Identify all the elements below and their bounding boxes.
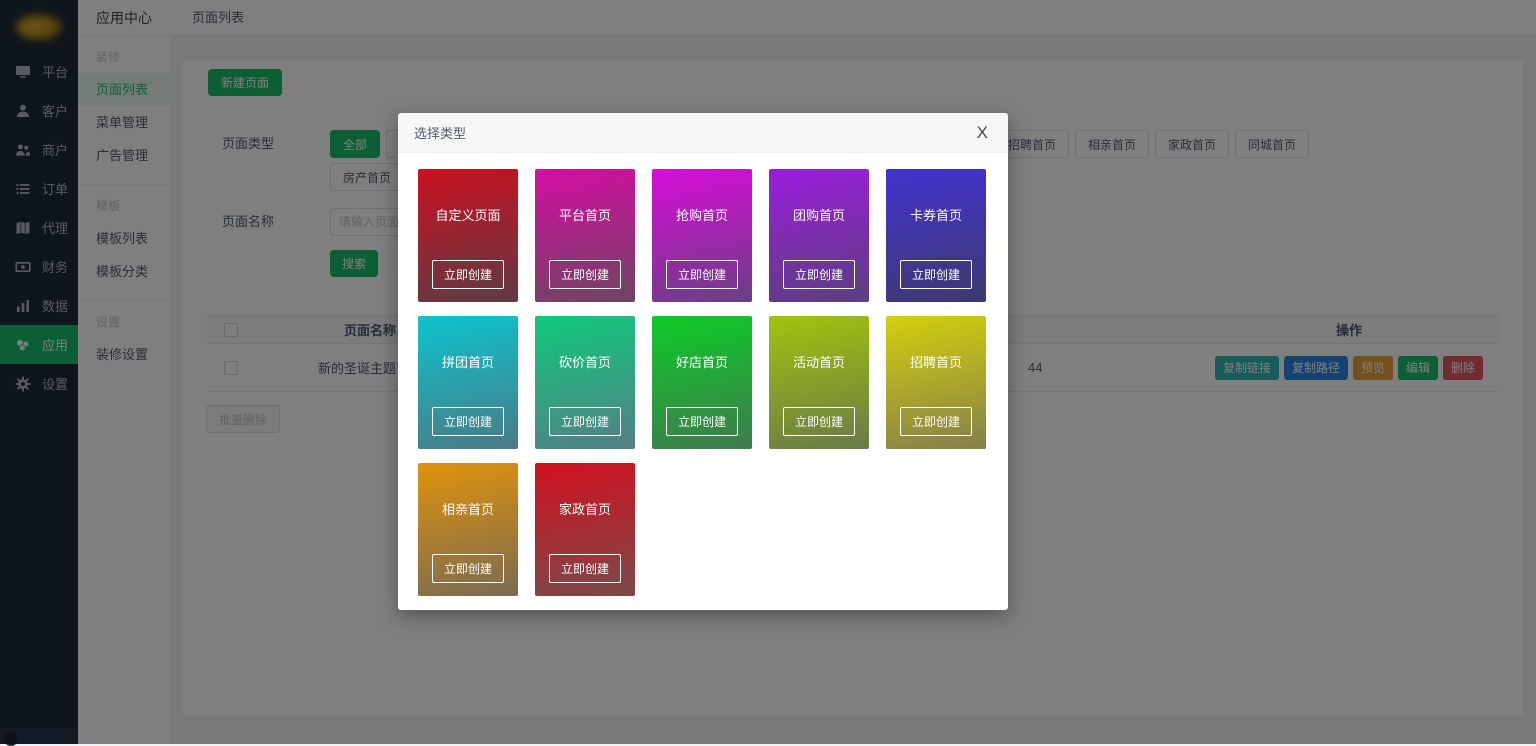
type-card-title: 砍价首页 — [559, 352, 611, 371]
create-now-button[interactable]: 立即创建 — [549, 260, 621, 289]
type-card-dating[interactable]: 相亲首页 立即创建 — [418, 463, 518, 596]
type-card-activity[interactable]: 活动首页 立即创建 — [769, 316, 869, 449]
type-card-title: 卡券首页 — [910, 205, 962, 224]
type-card-flashsale[interactable]: 抢购首页 立即创建 — [652, 169, 752, 302]
create-now-button[interactable]: 立即创建 — [783, 407, 855, 436]
create-now-button[interactable]: 立即创建 — [549, 407, 621, 436]
select-type-modal: 选择类型 X 自定义页面 立即创建 平台首页 立即创建 抢购首页 立即创建 团购… — [398, 113, 1008, 610]
modal-header: 选择类型 X — [398, 113, 1008, 153]
create-now-button[interactable]: 立即创建 — [900, 407, 972, 436]
type-card-pintuan[interactable]: 拼团首页 立即创建 — [418, 316, 518, 449]
create-now-button[interactable]: 立即创建 — [549, 554, 621, 583]
type-card-coupon[interactable]: 卡券首页 立即创建 — [886, 169, 986, 302]
create-now-button[interactable]: 立即创建 — [666, 407, 738, 436]
type-card-title: 自定义页面 — [435, 205, 500, 224]
create-now-button[interactable]: 立即创建 — [666, 260, 738, 289]
type-card-title: 抢购首页 — [676, 205, 728, 224]
create-now-button[interactable]: 立即创建 — [432, 260, 504, 289]
create-now-button[interactable]: 立即创建 — [900, 260, 972, 289]
modal-title: 选择类型 — [414, 123, 466, 142]
type-card-title: 家政首页 — [559, 499, 611, 518]
type-card-title: 活动首页 — [793, 352, 845, 371]
type-card-platform[interactable]: 平台首页 立即创建 — [535, 169, 635, 302]
create-now-button[interactable]: 立即创建 — [432, 554, 504, 583]
type-card-title: 平台首页 — [559, 205, 611, 224]
type-card-title: 团购首页 — [793, 205, 845, 224]
type-card-title: 相亲首页 — [442, 499, 494, 518]
type-card-goodshop[interactable]: 好店首页 立即创建 — [652, 316, 752, 449]
type-card-grid: 自定义页面 立即创建 平台首页 立即创建 抢购首页 立即创建 团购首页 立即创建… — [398, 153, 1008, 612]
type-card-housekeeping[interactable]: 家政首页 立即创建 — [535, 463, 635, 596]
type-card-title: 招聘首页 — [910, 352, 962, 371]
create-now-button[interactable]: 立即创建 — [783, 260, 855, 289]
type-card-groupbuy[interactable]: 团购首页 立即创建 — [769, 169, 869, 302]
type-card-title: 拼团首页 — [442, 352, 494, 371]
type-card-custom[interactable]: 自定义页面 立即创建 — [418, 169, 518, 302]
type-card-title: 好店首页 — [676, 352, 728, 371]
type-card-bargain[interactable]: 砍价首页 立即创建 — [535, 316, 635, 449]
close-icon[interactable]: X — [973, 122, 992, 143]
type-card-recruit[interactable]: 招聘首页 立即创建 — [886, 316, 986, 449]
create-now-button[interactable]: 立即创建 — [432, 407, 504, 436]
